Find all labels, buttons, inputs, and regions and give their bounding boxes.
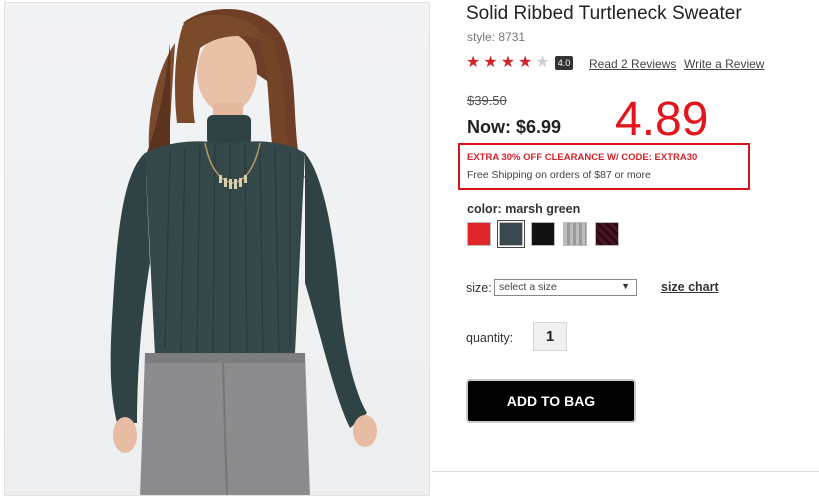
sale-price-value: $6.99 <box>516 117 562 137</box>
star-filled-icon: ★ <box>483 54 498 71</box>
original-price: $39.50 <box>467 93 507 108</box>
rating-value-badge: 4.0 <box>554 56 574 70</box>
product-image[interactable] <box>4 2 430 496</box>
quantity-label: quantity: <box>466 331 514 345</box>
section-divider <box>432 471 819 472</box>
size-select[interactable]: select a size ▼ <box>494 279 637 296</box>
write-review-link[interactable]: Write a Review <box>684 57 764 71</box>
sale-price: Now: $6.99 <box>467 117 561 138</box>
color-swatch-red[interactable] <box>467 222 491 246</box>
size-label: size: <box>466 281 492 295</box>
size-chart-link[interactable]: size chart <box>661 280 719 294</box>
star-filled-icon: ★ <box>500 54 516 71</box>
read-reviews-link[interactable]: Read 2 Reviews <box>589 57 676 71</box>
handwritten-price-annotation: 4.89 <box>615 93 709 146</box>
sale-price-label: Now: <box>467 117 511 137</box>
color-swatch-marsh-green[interactable] <box>497 220 525 248</box>
star-empty-icon: ★ <box>535 54 550 71</box>
color-label-title: color: <box>467 202 502 216</box>
style-number: style: 8731 <box>467 30 526 44</box>
color-swatch-black[interactable] <box>531 222 555 246</box>
star-filled-icon: ★ <box>466 54 481 71</box>
color-swatch-gray[interactable] <box>563 222 587 246</box>
star-rating: ★ ★ ★ ★ ★ 4.0 <box>466 54 574 71</box>
color-swatch-burgundy[interactable] <box>595 222 619 246</box>
model-illustration <box>110 9 377 495</box>
add-to-bag-button[interactable]: ADD TO BAG <box>466 379 636 423</box>
size-select-value: select a size <box>499 281 557 293</box>
promo-code-text: EXTRA 30% OFF CLEARANCE W/ CODE: EXTRA30 <box>467 152 698 163</box>
shipping-text: Free Shipping on orders of $87 or more <box>467 169 651 181</box>
quantity-input[interactable]: 1 <box>533 322 567 351</box>
product-title: Solid Ribbed Turtleneck Sweater <box>466 3 742 24</box>
color-selected-name: marsh green <box>505 202 581 216</box>
star-filled-icon: ★ <box>518 54 533 71</box>
dropdown-arrow-icon: ▼ <box>621 281 630 291</box>
promo-highlight-box <box>458 143 750 190</box>
color-label: color: marsh green <box>467 202 580 216</box>
